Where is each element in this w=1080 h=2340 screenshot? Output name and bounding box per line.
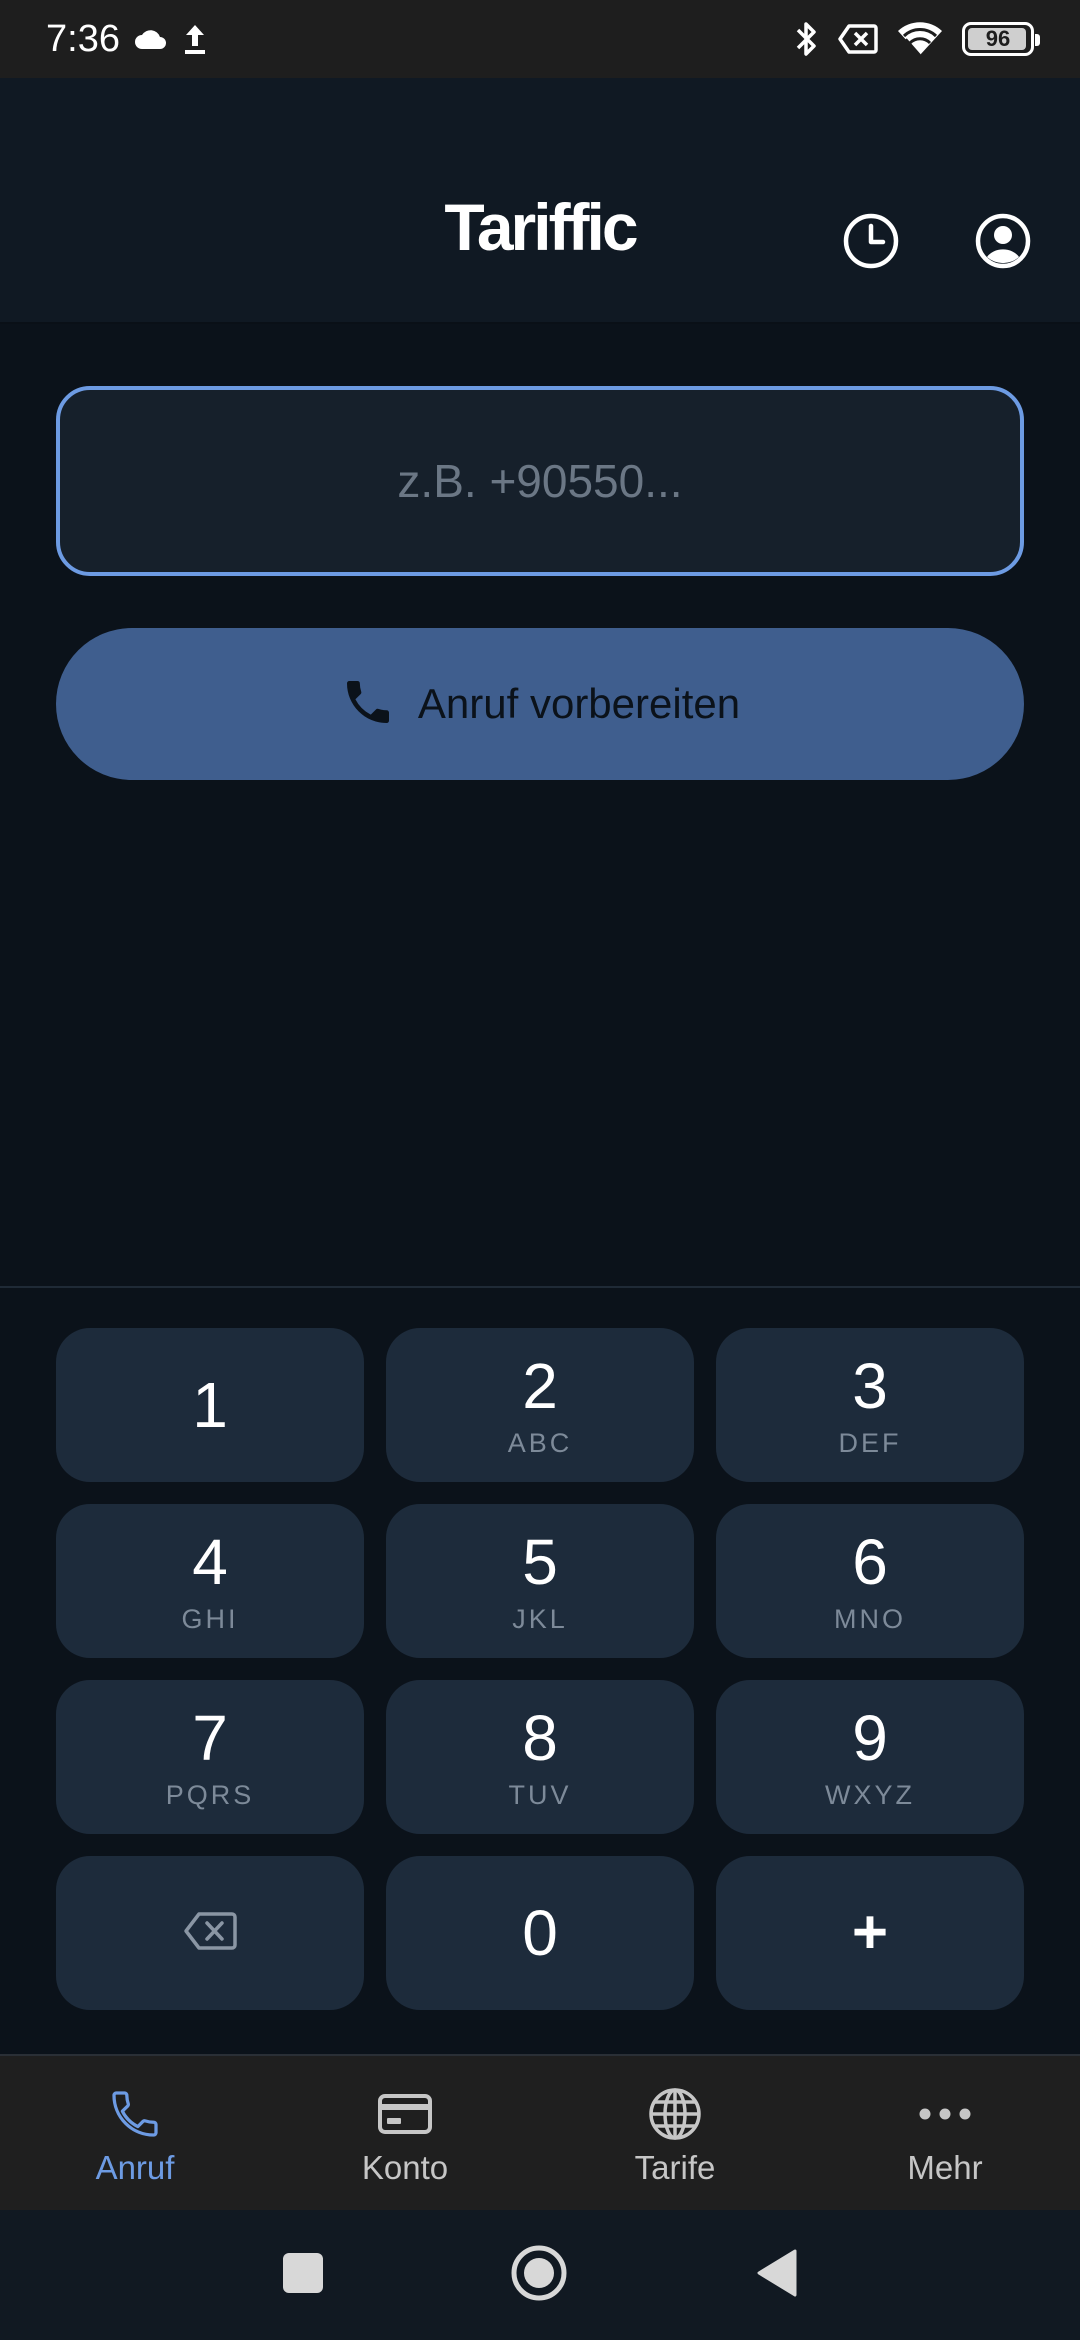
- key-letters: DEF: [838, 1427, 902, 1458]
- back-button[interactable]: [742, 2240, 812, 2310]
- more-horizontal-icon: [917, 2085, 973, 2143]
- key-letters: GHI: [181, 1603, 239, 1634]
- recents-button[interactable]: [268, 2240, 338, 2310]
- nav-item-mehr[interactable]: Mehr: [810, 2056, 1080, 2210]
- home-circle-icon: [510, 2244, 568, 2307]
- key-letters: ABC: [507, 1427, 573, 1458]
- key-backspace[interactable]: [56, 1856, 364, 2010]
- nav-item-tarife[interactable]: Tarife: [540, 2056, 810, 2210]
- battery-icon: 96: [962, 22, 1040, 56]
- key-letters: JKL: [512, 1603, 568, 1634]
- app-title: Tariffic: [444, 190, 638, 264]
- upload-icon: [182, 22, 208, 56]
- phone-icon: [340, 674, 396, 735]
- credit-card-icon: [377, 2085, 433, 2143]
- no-sim-icon: [838, 24, 878, 54]
- status-bar-right: 96: [794, 19, 1040, 59]
- back-triangle-icon: [755, 2248, 799, 2303]
- key-letters: PQRS: [165, 1779, 255, 1810]
- key-digit: 0: [522, 1897, 558, 1969]
- key-digit: 7: [192, 1701, 228, 1774]
- nav-label: Konto: [361, 2149, 449, 2186]
- key-5[interactable]: 5 JKL: [386, 1504, 694, 1658]
- nav-label: Mehr: [907, 2149, 983, 2186]
- key-digit: 4: [192, 1525, 228, 1598]
- prepare-call-button[interactable]: Anruf vorbereiten: [56, 628, 1024, 780]
- nav-label: Anruf: [95, 2149, 175, 2186]
- account-circle-icon: [973, 211, 1033, 276]
- status-bar: 7:36 96: [0, 0, 1080, 78]
- home-button[interactable]: [504, 2240, 574, 2310]
- history-button[interactable]: [836, 208, 906, 278]
- key-7[interactable]: 7 PQRS: [56, 1680, 364, 1834]
- status-bar-left: 7:36: [46, 18, 208, 61]
- key-digit: 3: [852, 1349, 888, 1422]
- key-2[interactable]: 2 ABC: [386, 1328, 694, 1482]
- phone-icon: [107, 2085, 163, 2143]
- keypad-divider: [0, 1286, 1080, 1288]
- key-1[interactable]: 1: [56, 1328, 364, 1482]
- status-time: 7:36: [46, 17, 120, 60]
- key-letters: MNO: [834, 1603, 906, 1634]
- key-6[interactable]: 6 MNO: [716, 1504, 1024, 1658]
- bluetooth-icon: [794, 19, 820, 59]
- nav-item-anruf[interactable]: Anruf: [0, 2056, 270, 2210]
- nav-item-konto[interactable]: Konto: [270, 2056, 540, 2210]
- key-letters: TUV: [508, 1779, 572, 1810]
- key-8[interactable]: 8 TUV: [386, 1680, 694, 1834]
- prepare-call-label: Anruf vorbereiten: [417, 680, 741, 727]
- key-digit: 2: [522, 1349, 558, 1422]
- key-digit: 6: [852, 1525, 888, 1598]
- key-letters: WXYZ: [825, 1779, 915, 1810]
- square-icon: [282, 2252, 324, 2299]
- bottom-navigation: Anruf Konto Tarife Mehr: [0, 2054, 1080, 2210]
- wifi-icon: [896, 21, 944, 57]
- key-digit: 8: [522, 1701, 558, 1774]
- key-plus[interactable]: +: [716, 1856, 1024, 2010]
- history-icon: [841, 211, 901, 276]
- backspace-icon: [183, 1911, 237, 1956]
- key-digit: 1: [192, 1369, 228, 1441]
- battery-level: 96: [985, 26, 1011, 51]
- key-digit: +: [851, 1898, 889, 1967]
- dial-keypad: 1 2 ABC 3 DEF 4 GHI 5 JKL 6 MNO 7 PQRS 8…: [56, 1328, 1024, 2010]
- key-0[interactable]: 0: [386, 1856, 694, 2010]
- phone-number-input[interactable]: [56, 386, 1024, 576]
- key-3[interactable]: 3 DEF: [716, 1328, 1024, 1482]
- cloud-icon: [134, 28, 168, 50]
- app-header: Tariffic: [0, 78, 1080, 324]
- account-button[interactable]: [968, 208, 1038, 278]
- key-digit: 5: [522, 1525, 558, 1598]
- key-4[interactable]: 4 GHI: [56, 1504, 364, 1658]
- key-digit: 9: [852, 1701, 888, 1774]
- nav-label: Tarife: [634, 2149, 716, 2186]
- globe-icon: [647, 2085, 703, 2143]
- key-9[interactable]: 9 WXYZ: [716, 1680, 1024, 1834]
